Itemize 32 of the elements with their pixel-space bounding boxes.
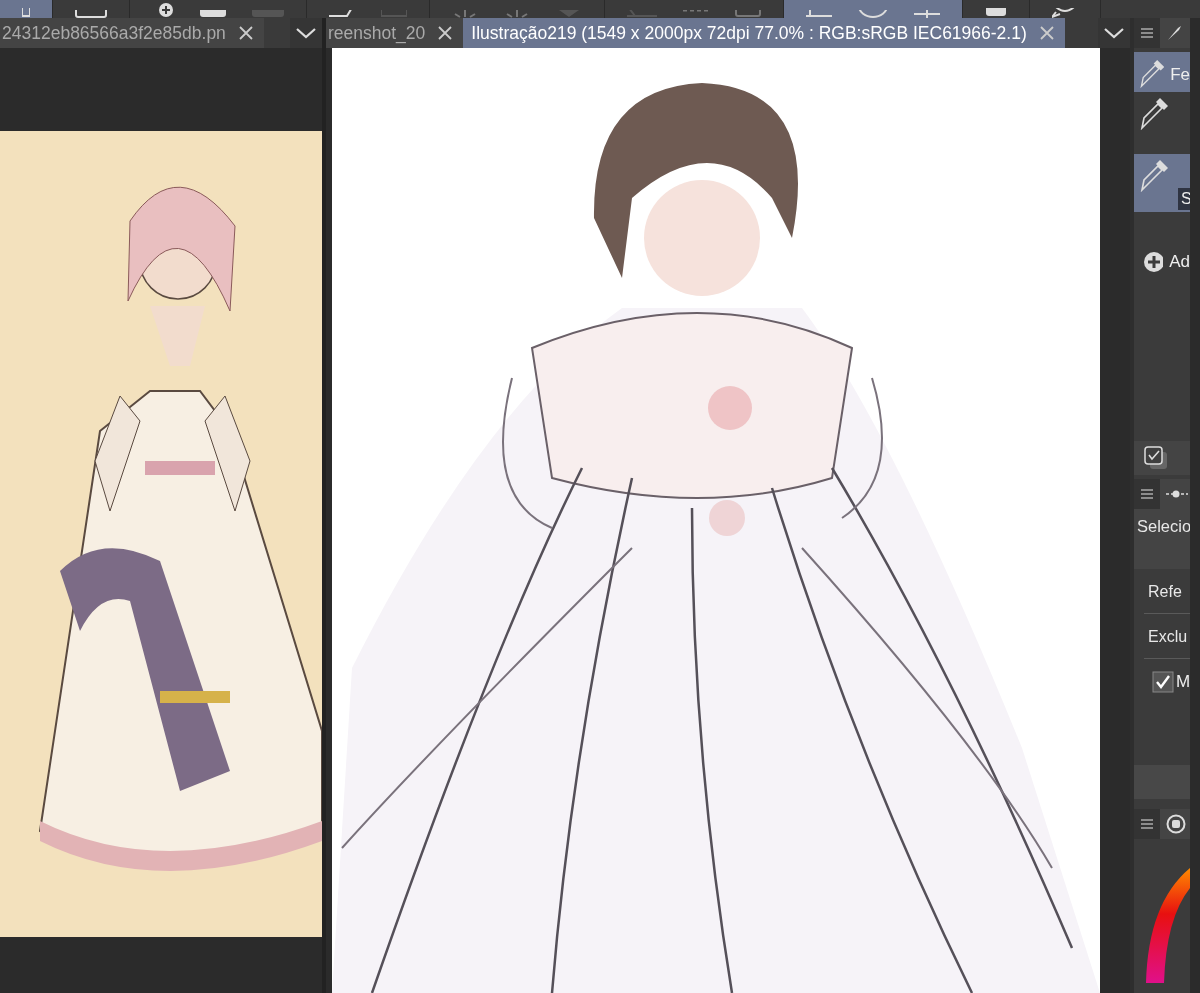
menu-icon[interactable]	[1141, 819, 1153, 829]
layers-checkbox-icon[interactable]	[1144, 446, 1168, 470]
plus-icon	[1144, 252, 1164, 272]
eyedropper-icon	[1138, 160, 1168, 192]
close-icon[interactable]	[237, 25, 254, 41]
close-icon[interactable]	[1038, 25, 1055, 41]
close-icon[interactable]	[437, 25, 454, 41]
tool-item[interactable]: Fe	[1134, 52, 1190, 92]
slider-icon[interactable]	[1166, 488, 1188, 500]
chevron-down-icon	[295, 26, 317, 40]
brush-icon[interactable]	[1166, 25, 1182, 41]
add-button[interactable]: Ad	[1144, 252, 1190, 272]
tab-menu-button[interactable]	[290, 18, 322, 48]
checkbox[interactable]	[1152, 671, 1174, 693]
document-tab[interactable]: 24312eb86566a3f2e85db.pn	[0, 18, 264, 48]
document-tab[interactable]: reenshot_20	[326, 18, 464, 48]
menu-icon[interactable]	[1141, 489, 1153, 499]
option-label[interactable]: Exclu	[1144, 614, 1190, 659]
checkbox-option[interactable]: M	[1144, 671, 1190, 693]
panel-heading: Selecio	[1136, 516, 1190, 537]
toolbar-icon[interactable]	[200, 10, 226, 18]
chevron-down-icon	[1103, 26, 1125, 40]
window-icon[interactable]	[75, 10, 107, 18]
panel-footer	[1134, 765, 1190, 799]
option-label[interactable]: Refe	[1144, 569, 1190, 614]
eyedropper-icon	[1138, 98, 1168, 130]
menu-icon[interactable]	[1141, 28, 1153, 38]
tab-menu-button[interactable]	[1098, 18, 1130, 48]
device-icon[interactable]	[985, 8, 1007, 18]
eyedropper-icon	[1138, 58, 1165, 90]
circle-icon[interactable]	[1166, 814, 1186, 834]
document-tab[interactable]: Ilustração219 (1549 x 2000px 72dpi 77.0% : RGB:sRGB IEC61966-2.1)	[463, 18, 1065, 48]
